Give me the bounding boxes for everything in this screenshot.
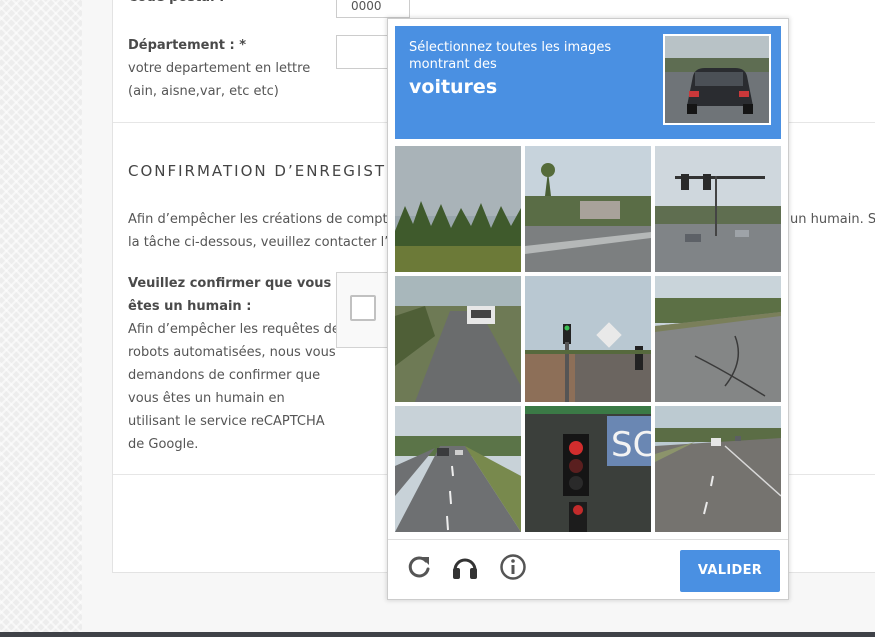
challenge-tile[interactable]: SC (525, 406, 651, 532)
background-pattern (0, 0, 82, 632)
headphones-icon[interactable] (450, 552, 480, 582)
challenge-footer: VALIDER (388, 539, 788, 600)
challenge-tile[interactable] (655, 146, 781, 272)
challenge-tile[interactable] (655, 406, 781, 532)
sample-car-image (663, 34, 771, 125)
confirm-human-label: Veuillez confirmer que vous (128, 276, 332, 291)
bottom-bar (0, 632, 875, 637)
department-help: (ain, aisne,var, etc etc) (128, 84, 279, 99)
challenge-tile[interactable] (525, 276, 651, 402)
verify-button[interactable]: VALIDER (680, 550, 780, 592)
confirm-help: utilisant le service reCAPTCHA (128, 414, 325, 429)
challenge-tile[interactable] (655, 276, 781, 402)
challenge-instruction: Sélectionnez toutes les images (409, 40, 612, 55)
recaptcha-challenge-popup: Sélectionnez toutes les images montrant … (387, 18, 789, 600)
department-help: votre departement en lettre (128, 61, 311, 76)
confirm-help: demandons de confirmer que (128, 368, 321, 383)
challenge-instruction: montrant des (409, 57, 497, 72)
svg-text:SC: SC (611, 425, 651, 465)
recaptcha-checkbox[interactable] (350, 295, 376, 321)
postal-code-input[interactable]: 0000 (336, 0, 410, 18)
section-intro: Afin d’empêcher les créations de comptes… (128, 212, 415, 227)
challenge-tile[interactable] (395, 406, 521, 532)
department-label: Département : * (128, 38, 247, 53)
challenge-tile[interactable] (395, 146, 521, 272)
section-intro: la tâche ci-dessous, veuillez contacter … (128, 235, 418, 250)
challenge-keyword: voitures (409, 76, 498, 98)
challenge-tile[interactable] (525, 146, 651, 272)
challenge-tile[interactable] (395, 276, 521, 402)
challenge-header: Sélectionnez toutes les images montrant … (395, 26, 781, 139)
confirm-help: Afin d’empêcher les requêtes de (128, 322, 340, 337)
section-title: CONFIRMATION D’ENREGISTR (128, 162, 399, 180)
confirm-help: robots automatisées, nous vous (128, 345, 336, 360)
confirm-help: de Google. (128, 437, 199, 452)
reload-icon[interactable] (404, 552, 434, 582)
confirm-help: vous êtes un humain en (128, 391, 285, 406)
info-icon[interactable] (498, 552, 528, 582)
postal-code-label: Code postal : (128, 0, 224, 9)
confirm-human-label: êtes un humain : (128, 299, 252, 314)
section-intro: un humain. Si (790, 212, 875, 227)
